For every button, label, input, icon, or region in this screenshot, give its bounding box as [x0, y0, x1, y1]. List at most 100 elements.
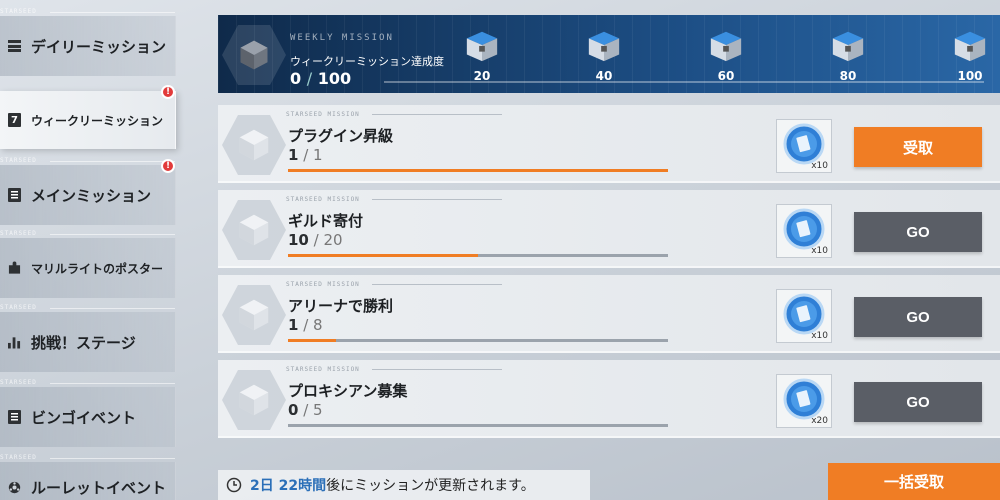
- milestone-value: 80: [839, 69, 857, 83]
- alert-badge-icon: !: [161, 85, 175, 99]
- mission-progress-fill: [288, 169, 668, 172]
- weekly-en-label: WEEKLY MISSION: [290, 33, 394, 43]
- mission-separator: /: [298, 146, 314, 164]
- mission-progress: 0 / 5: [288, 401, 323, 419]
- mission-separator: /: [298, 316, 314, 334]
- mission-progress: 10 / 20: [288, 231, 343, 249]
- reward-item[interactable]: x20: [776, 374, 832, 428]
- box-icon: [222, 370, 286, 430]
- weekly-separator: /: [306, 69, 313, 88]
- mission-progress-fill: [288, 339, 336, 342]
- reward-item[interactable]: x10: [776, 289, 832, 343]
- mission-total: 5: [313, 401, 323, 419]
- mission-current: 10: [288, 231, 309, 249]
- sidebar-item-challenge[interactable]: STARSEED 挑戦！ステージ: [0, 304, 176, 372]
- mission-progress: 1 / 1: [288, 146, 323, 164]
- bar-chart-icon: [8, 335, 21, 349]
- roulette-icon: [8, 480, 21, 494]
- weekly-total: 100: [317, 69, 352, 88]
- mission-current: 1: [288, 316, 299, 334]
- sidebar-item-label: デイリーミッション: [31, 37, 167, 56]
- refresh-text: 後にミッションが更新されます。: [326, 478, 535, 494]
- sidebar-item-label: ビンゴイベント: [31, 408, 137, 427]
- sidebar-item-daily[interactable]: STARSEED デイリーミッション: [0, 8, 176, 76]
- mission-total: 8: [313, 316, 323, 334]
- sidebar-item-label: 挑戦！ステージ: [31, 333, 136, 352]
- reward-quantity: x20: [811, 416, 828, 426]
- mission-claim-button[interactable]: 受取: [854, 127, 982, 167]
- milestone-value: 60: [717, 69, 735, 83]
- sidebar-deco: STARSEED: [0, 454, 175, 464]
- box-icon: [222, 115, 286, 175]
- mission-current: 1: [288, 146, 299, 164]
- weekly-current: 0: [290, 69, 302, 88]
- mission-separator: /: [298, 401, 314, 419]
- milestone-chest[interactable]: 100: [950, 27, 990, 83]
- calendar-7-icon: 7: [8, 113, 21, 127]
- mission-current: 0: [288, 401, 299, 419]
- chest-icon: [466, 31, 498, 62]
- mission-go-button[interactable]: GO: [854, 297, 982, 337]
- ticket-coin-icon: [783, 293, 825, 335]
- mission-progress-bar: [288, 424, 668, 427]
- sidebar-item-poster[interactable]: STARSEED マリルライトのポスター: [0, 230, 176, 298]
- alert-badge-icon: !: [161, 159, 175, 173]
- mission-deco-label: STARSEED MISSION: [286, 281, 502, 288]
- sidebar-deco: STARSEED: [0, 8, 175, 18]
- milestone-chest[interactable]: 40: [584, 27, 624, 83]
- mission-go-button[interactable]: GO: [854, 382, 982, 422]
- sidebar-item-label: メインミッション: [31, 186, 152, 205]
- mission-deco-label: STARSEED MISSION: [286, 366, 502, 373]
- refresh-notice: 2日 22時間 後にミッションが更新されます。: [218, 470, 590, 500]
- chest-icon: [954, 31, 986, 62]
- mission-progress-bar: [288, 254, 668, 257]
- reward-item[interactable]: x10: [776, 204, 832, 258]
- sidebar-item-bingo[interactable]: STARSEED ビンゴイベント: [0, 379, 176, 447]
- ticket-coin-icon: [783, 208, 825, 250]
- box-icon: [222, 200, 286, 260]
- sidebar-item-main[interactable]: STARSEED メインミッション !: [0, 157, 176, 225]
- mission-total: 1: [313, 146, 323, 164]
- reward-quantity: x10: [811, 331, 828, 341]
- ticket-coin-icon: [783, 123, 825, 165]
- mission-progress-bar: [288, 339, 668, 342]
- milestone-value: 100: [957, 69, 983, 83]
- weekly-mission-panel: WEEKLY MISSION ウィークリーミッション達成度 0 / 100 20…: [218, 15, 1000, 93]
- mission-progress-bar: [288, 169, 668, 172]
- puzzle-icon: [8, 261, 21, 275]
- mission-title: プラグイン昇級: [288, 127, 394, 145]
- lines-icon: [8, 39, 21, 53]
- mission-row: STARSEED MISSION プラグイン昇級 1 / 1 x10 受取: [218, 105, 1000, 183]
- mission-title: ギルド寄付: [288, 212, 364, 230]
- sidebar: STARSEED デイリーミッション 7 ウィークリーミッション ! STARS…: [0, 0, 178, 500]
- sidebar-deco: STARSEED: [0, 379, 175, 389]
- milestone-chest[interactable]: 60: [706, 27, 746, 83]
- sidebar-item-label: ウィークリーミッション: [31, 113, 164, 128]
- sidebar-item-label: ルーレットイベント: [31, 478, 167, 497]
- sidebar-item-roulette[interactable]: STARSEED ルーレットイベント: [0, 454, 176, 500]
- sidebar-deco: STARSEED: [0, 230, 175, 240]
- mission-progress-fill: [288, 254, 478, 257]
- mission-row: STARSEED MISSION アリーナで勝利 1 / 8 x10 GO: [218, 275, 1000, 353]
- mission-title: プロキシアン募集: [288, 382, 408, 400]
- chest-icon: [832, 31, 864, 62]
- sidebar-item-label: マリルライトのポスター: [31, 261, 164, 276]
- reward-quantity: x10: [811, 161, 828, 171]
- box-icon: [222, 25, 286, 85]
- mission-deco-label: STARSEED MISSION: [286, 111, 502, 118]
- mission-deco-label: STARSEED MISSION: [286, 196, 502, 203]
- reward-item[interactable]: x10: [776, 119, 832, 173]
- chest-icon: [588, 31, 620, 62]
- milestone-chest[interactable]: 80: [828, 27, 868, 83]
- sidebar-item-weekly[interactable]: 7 ウィークリーミッション !: [0, 85, 176, 149]
- mission-go-button[interactable]: GO: [854, 212, 982, 252]
- weekly-title: ウィークリーミッション達成度: [290, 55, 444, 68]
- milestone-chest[interactable]: 20: [462, 27, 502, 83]
- mission-total: 20: [323, 231, 343, 249]
- book-icon: [8, 188, 21, 202]
- claim-all-button[interactable]: 一括受取: [828, 463, 1000, 500]
- mission-row: STARSEED MISSION プロキシアン募集 0 / 5 x20 GO: [218, 360, 1000, 438]
- mission-row: STARSEED MISSION ギルド寄付 10 / 20 x10 GO: [218, 190, 1000, 268]
- list-icon: [8, 410, 21, 424]
- mission-title: アリーナで勝利: [288, 297, 394, 315]
